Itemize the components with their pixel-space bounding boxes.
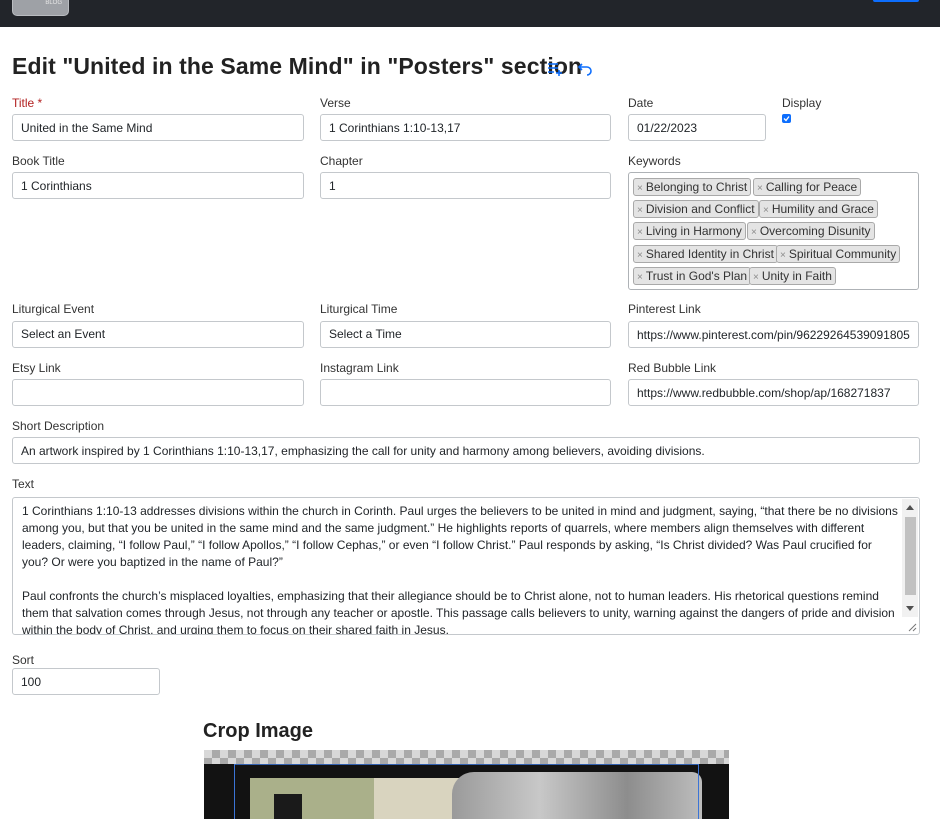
keyword-tag[interactable]: × Trust in God's Plan: [633, 267, 752, 286]
remove-tag-icon[interactable]: ×: [637, 248, 643, 264]
text-content: 1 Corinthians 1:10-13 addresses division…: [22, 503, 900, 635]
remove-tag-icon[interactable]: ×: [637, 203, 643, 219]
text-paragraph: 1 Corinthians 1:10-13 addresses division…: [22, 504, 898, 569]
title-label: Title *: [12, 96, 43, 110]
date-input[interactable]: [628, 114, 766, 141]
keyword-tag[interactable]: × Overcoming Disunity: [747, 222, 875, 240]
verse-input[interactable]: [320, 114, 611, 141]
book-title-label: Book Title: [12, 154, 65, 168]
etsy-link-input[interactable]: [12, 379, 304, 406]
remove-tag-icon[interactable]: ×: [753, 270, 759, 286]
keyword-tag[interactable]: × Division and Conflict: [633, 200, 759, 218]
remove-tag-icon[interactable]: ×: [751, 225, 757, 241]
instagram-link-label: Instagram Link: [320, 361, 399, 375]
remove-tag-icon[interactable]: ×: [763, 203, 769, 219]
logo-text: BLOG: [45, 0, 62, 6]
display-checkbox[interactable]: [782, 114, 791, 123]
playlist-add-icon[interactable]: [546, 60, 564, 76]
image-region: [250, 778, 374, 819]
sort-label: Sort: [12, 653, 35, 667]
scroll-down-icon[interactable]: [906, 606, 914, 611]
etsy-link-label: Etsy Link: [12, 361, 61, 375]
keyword-tag[interactable]: × Shared Identity in Christ: [633, 245, 778, 263]
image-region: [274, 794, 302, 819]
remove-tag-icon[interactable]: ×: [780, 248, 786, 264]
resize-grip-icon[interactable]: [906, 621, 917, 632]
short-description-label: Short Description: [12, 419, 105, 433]
undo-icon[interactable]: [577, 60, 595, 76]
crop-frame-right[interactable]: [698, 764, 699, 819]
page-title: Edit "United in the Same Mind" in "Poste…: [12, 53, 583, 79]
short-description-input[interactable]: [12, 437, 920, 464]
date-label: Date: [628, 96, 654, 110]
liturgical-time-label: Liturgical Time: [320, 302, 398, 316]
image-region: [374, 778, 464, 819]
keyword-tag[interactable]: × Living in Harmony: [633, 222, 746, 240]
site-logo[interactable]: BLOG: [12, 0, 69, 16]
crop-frame-left[interactable]: [234, 764, 235, 819]
remove-tag-icon[interactable]: ×: [637, 270, 643, 286]
keywords-label: Keywords: [628, 154, 681, 168]
keyword-tag[interactable]: × Belonging to Christ: [633, 178, 752, 197]
liturgical-event-label: Liturgical Event: [12, 302, 95, 316]
remove-tag-icon[interactable]: ×: [637, 181, 643, 197]
scroll-up-icon[interactable]: [906, 505, 914, 510]
keyword-tag[interactable]: × Spiritual Community: [776, 245, 901, 264]
pinterest-link-input[interactable]: [628, 321, 919, 348]
top-navbar: BLOG: [0, 0, 940, 27]
text-label: Text: [12, 477, 35, 491]
liturgical-event-select[interactable]: Select an Event: [12, 321, 304, 348]
crop-image-title: Crop Image: [203, 720, 314, 742]
keywords-select[interactable]: × Belonging to Christ × Calling for Peace …: [628, 172, 919, 290]
check-icon: [783, 116, 790, 122]
textarea-scrollbar[interactable]: [902, 499, 918, 617]
pinterest-link-label: Pinterest Link: [628, 302, 701, 316]
redbubble-link-input[interactable]: [628, 379, 919, 406]
sort-input[interactable]: [12, 668, 160, 695]
keyword-tag[interactable]: × Humility and Grace: [759, 200, 878, 218]
chapter-input[interactable]: [320, 172, 611, 199]
verse-label: Verse: [320, 96, 351, 110]
remove-tag-icon[interactable]: ×: [757, 181, 763, 197]
keyword-tag[interactable]: × Calling for Peace: [753, 178, 862, 197]
liturgical-time-select[interactable]: Select a Time: [320, 321, 611, 348]
text-textarea[interactable]: 1 Corinthians 1:10-13 addresses division…: [12, 497, 920, 635]
book-title-input[interactable]: [12, 172, 304, 199]
instagram-link-input[interactable]: [320, 379, 611, 406]
title-input[interactable]: [12, 114, 304, 141]
redbubble-link-label: Red Bubble Link: [628, 361, 717, 375]
crop-frame-top[interactable]: [234, 764, 699, 765]
navbar-button[interactable]: [873, 0, 919, 2]
scrollbar-thumb[interactable]: [905, 517, 916, 595]
remove-tag-icon[interactable]: ×: [637, 225, 643, 241]
image-region: [452, 772, 702, 819]
image-cropper[interactable]: [204, 750, 729, 819]
text-paragraph: Paul confronts the church’s misplaced lo…: [22, 589, 895, 635]
keyword-tag[interactable]: × Unity in Faith: [749, 267, 836, 285]
chapter-label: Chapter: [320, 154, 363, 168]
display-label: Display: [782, 96, 822, 110]
